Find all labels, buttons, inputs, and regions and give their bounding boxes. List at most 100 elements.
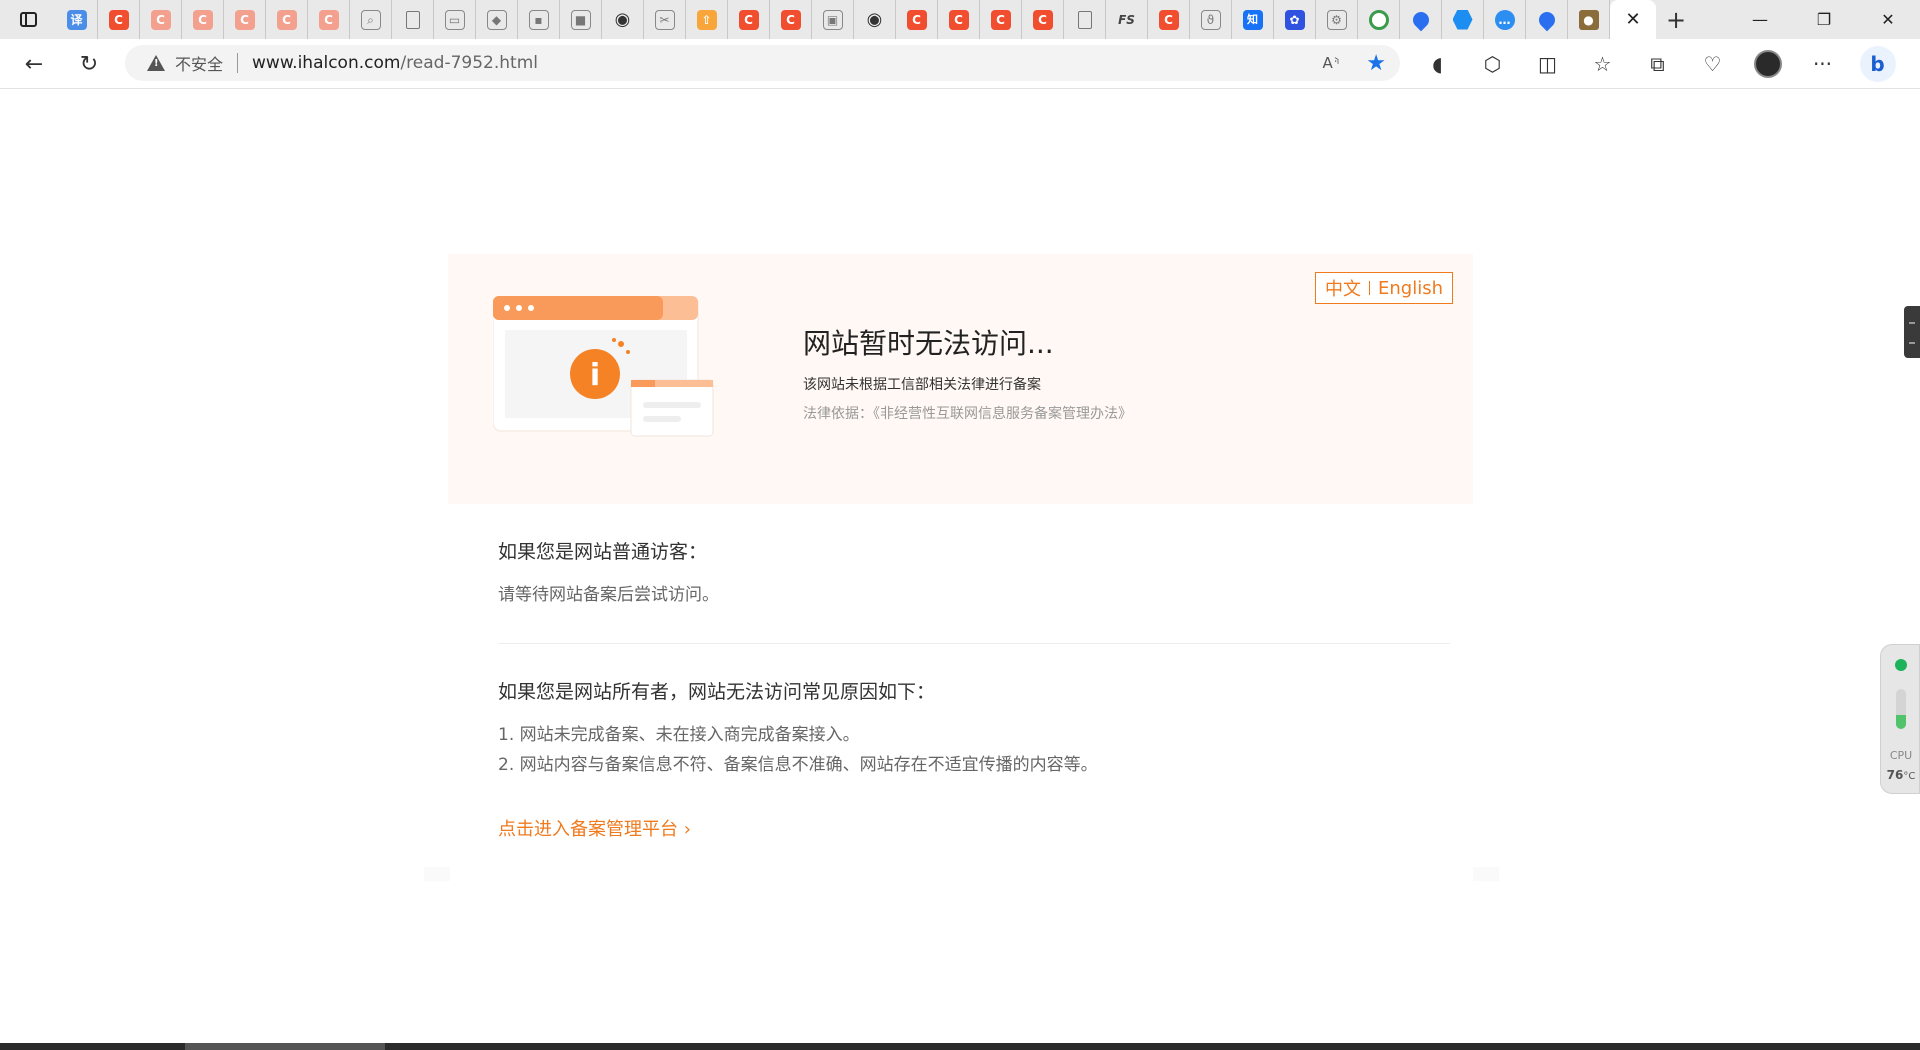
address-separator	[237, 53, 239, 73]
tab[interactable]: ◆	[476, 0, 518, 39]
tab-actions-menu-button[interactable]	[0, 0, 56, 39]
curl-icon: ϑ	[1200, 9, 1221, 30]
tab[interactable]: FS	[1106, 0, 1148, 39]
tab[interactable]: C	[182, 0, 224, 39]
tab[interactable]: C	[98, 0, 140, 39]
visitor-text: 请等待网站备案后尝试访问。	[498, 585, 719, 605]
close-window-button[interactable]: ✕	[1856, 0, 1920, 39]
tab[interactable]	[1064, 0, 1106, 39]
sidebar-handle[interactable]	[1904, 306, 1920, 358]
tab[interactable]: ▣	[812, 0, 854, 39]
reason-item: 1. 网站未完成备案、未在接入商完成备案接入。	[498, 725, 860, 745]
tab[interactable]: ◉	[854, 0, 896, 39]
csdn-icon: C	[108, 9, 129, 30]
close-tab-icon[interactable]: ✕	[1625, 9, 1640, 30]
tab[interactable]: C	[1022, 0, 1064, 39]
extensions-icon[interactable]: ⬡	[1465, 39, 1520, 89]
refresh-button[interactable]: ↻	[72, 48, 106, 80]
cpu-label: CPU	[1889, 749, 1913, 762]
tab[interactable]: ▭	[434, 0, 476, 39]
tab[interactable]: ⚙	[1316, 0, 1358, 39]
tab[interactable]	[1526, 0, 1568, 39]
pixel-icon: ▪	[528, 9, 549, 30]
collections-icon[interactable]: ⧉	[1630, 39, 1685, 89]
lang-en-link[interactable]: English	[1378, 278, 1443, 299]
page-title: 网站暂时无法访问...	[803, 327, 1054, 360]
cpu-status-dot	[1895, 659, 1907, 671]
tab[interactable]: C	[308, 0, 350, 39]
restore-button[interactable]: ❐	[1792, 0, 1856, 39]
page-icon	[1077, 10, 1092, 29]
tab-active[interactable]: ✕	[1610, 0, 1656, 39]
tab-strip: 译 C C C C C C ⌕ ▭ ◆ ▪ ■ ◉ ✂ ⇧ C C ▣ ◉ C C C C FS Cϑ 知 ✿ ⚙… ● ✕ + — ❐…	[0, 0, 1920, 39]
reason-item: 2. 网站内容与备案信息不符、备案信息不准确、网站存在不适宜传播的内容等。	[498, 755, 1098, 775]
taskbar-item[interactable]	[185, 1043, 385, 1050]
csdn-icon: C	[150, 9, 171, 30]
language-switch: 中文 English	[1315, 272, 1453, 304]
bing-button[interactable]: b	[1850, 39, 1905, 89]
filing-platform-link[interactable]: 点击进入备案管理平台 ›	[498, 815, 691, 841]
csdn-icon: C	[906, 9, 927, 30]
tab[interactable]: C	[980, 0, 1022, 39]
tab[interactable]: 知	[1232, 0, 1274, 39]
tab[interactable]: ✿	[1274, 0, 1316, 39]
new-tab-button[interactable]: +	[1656, 0, 1696, 39]
ring-icon	[1368, 9, 1389, 30]
tab[interactable]: C	[896, 0, 938, 39]
csdn-icon: C	[276, 9, 297, 30]
tab[interactable]: C	[770, 0, 812, 39]
tab[interactable]: C	[224, 0, 266, 39]
cpu-temperature-value: 76	[1886, 768, 1904, 782]
tab[interactable]: C	[728, 0, 770, 39]
performance-icon[interactable]: ♡	[1685, 39, 1740, 89]
tab[interactable]: ■	[560, 0, 602, 39]
tab[interactable]: 译	[56, 0, 98, 39]
tab[interactable]	[1400, 0, 1442, 39]
tab[interactable]: ✂	[644, 0, 686, 39]
browser-toolbar: ← ↻ 不安全 www.ihalcon.com/read-7952.html A…	[0, 39, 1920, 89]
csdn-icon: C	[1158, 9, 1179, 30]
tab[interactable]: ⌕	[350, 0, 392, 39]
drop-icon	[1535, 8, 1558, 31]
more-icon[interactable]: ···	[1795, 39, 1850, 89]
tab[interactable]: ●	[1568, 0, 1610, 39]
github-icon: ◉	[866, 8, 883, 30]
back-button[interactable]: ←	[17, 48, 51, 80]
bird-icon: ●	[1578, 9, 1599, 30]
favorite-star-icon[interactable]: ★	[1366, 51, 1386, 76]
tab[interactable]: ⇧	[686, 0, 728, 39]
address-bar[interactable]: 不安全 www.ihalcon.com/read-7952.html A⸅ ★	[125, 45, 1400, 81]
mouse-gesture-icon[interactable]: ◖	[1410, 39, 1465, 89]
tab[interactable]: C	[140, 0, 182, 39]
cpu-monitor-widget[interactable]: CPU 76°C	[1880, 644, 1920, 794]
tab[interactable]: C	[1148, 0, 1190, 39]
split-screen-icon[interactable]: ◫	[1520, 39, 1575, 89]
csdn-icon: C	[990, 9, 1011, 30]
read-aloud-icon[interactable]: A⸅	[1323, 53, 1341, 73]
taskbar	[0, 1043, 1920, 1050]
decorative-corner	[424, 867, 450, 881]
tab[interactable]: C	[938, 0, 980, 39]
warning-icon[interactable]	[147, 55, 165, 71]
url-text[interactable]: www.ihalcon.com/read-7952.html	[252, 53, 538, 73]
csdn-icon: C	[192, 9, 213, 30]
tab[interactable]	[1358, 0, 1400, 39]
csdn-icon: C	[1032, 9, 1053, 30]
url-host: www.ihalcon.com	[252, 53, 401, 73]
minimize-button[interactable]: —	[1728, 0, 1792, 39]
tab[interactable]: C	[266, 0, 308, 39]
cpu-load-bar	[1896, 689, 1906, 729]
tab[interactable]: …	[1484, 0, 1526, 39]
favorites-icon[interactable]: ☆	[1575, 39, 1630, 89]
tab[interactable]: ϑ	[1190, 0, 1232, 39]
diamond-icon: ◆	[486, 9, 507, 30]
tab[interactable]: ◉	[602, 0, 644, 39]
bilibili-icon: ▭	[444, 9, 465, 30]
security-label[interactable]: 不安全	[175, 51, 223, 75]
profile-button[interactable]	[1740, 39, 1795, 89]
lang-zh-link[interactable]: 中文	[1325, 275, 1361, 301]
tab[interactable]	[392, 0, 434, 39]
tab[interactable]: ▪	[518, 0, 560, 39]
dark-box-icon: ■	[570, 9, 591, 30]
tab[interactable]	[1442, 0, 1484, 39]
